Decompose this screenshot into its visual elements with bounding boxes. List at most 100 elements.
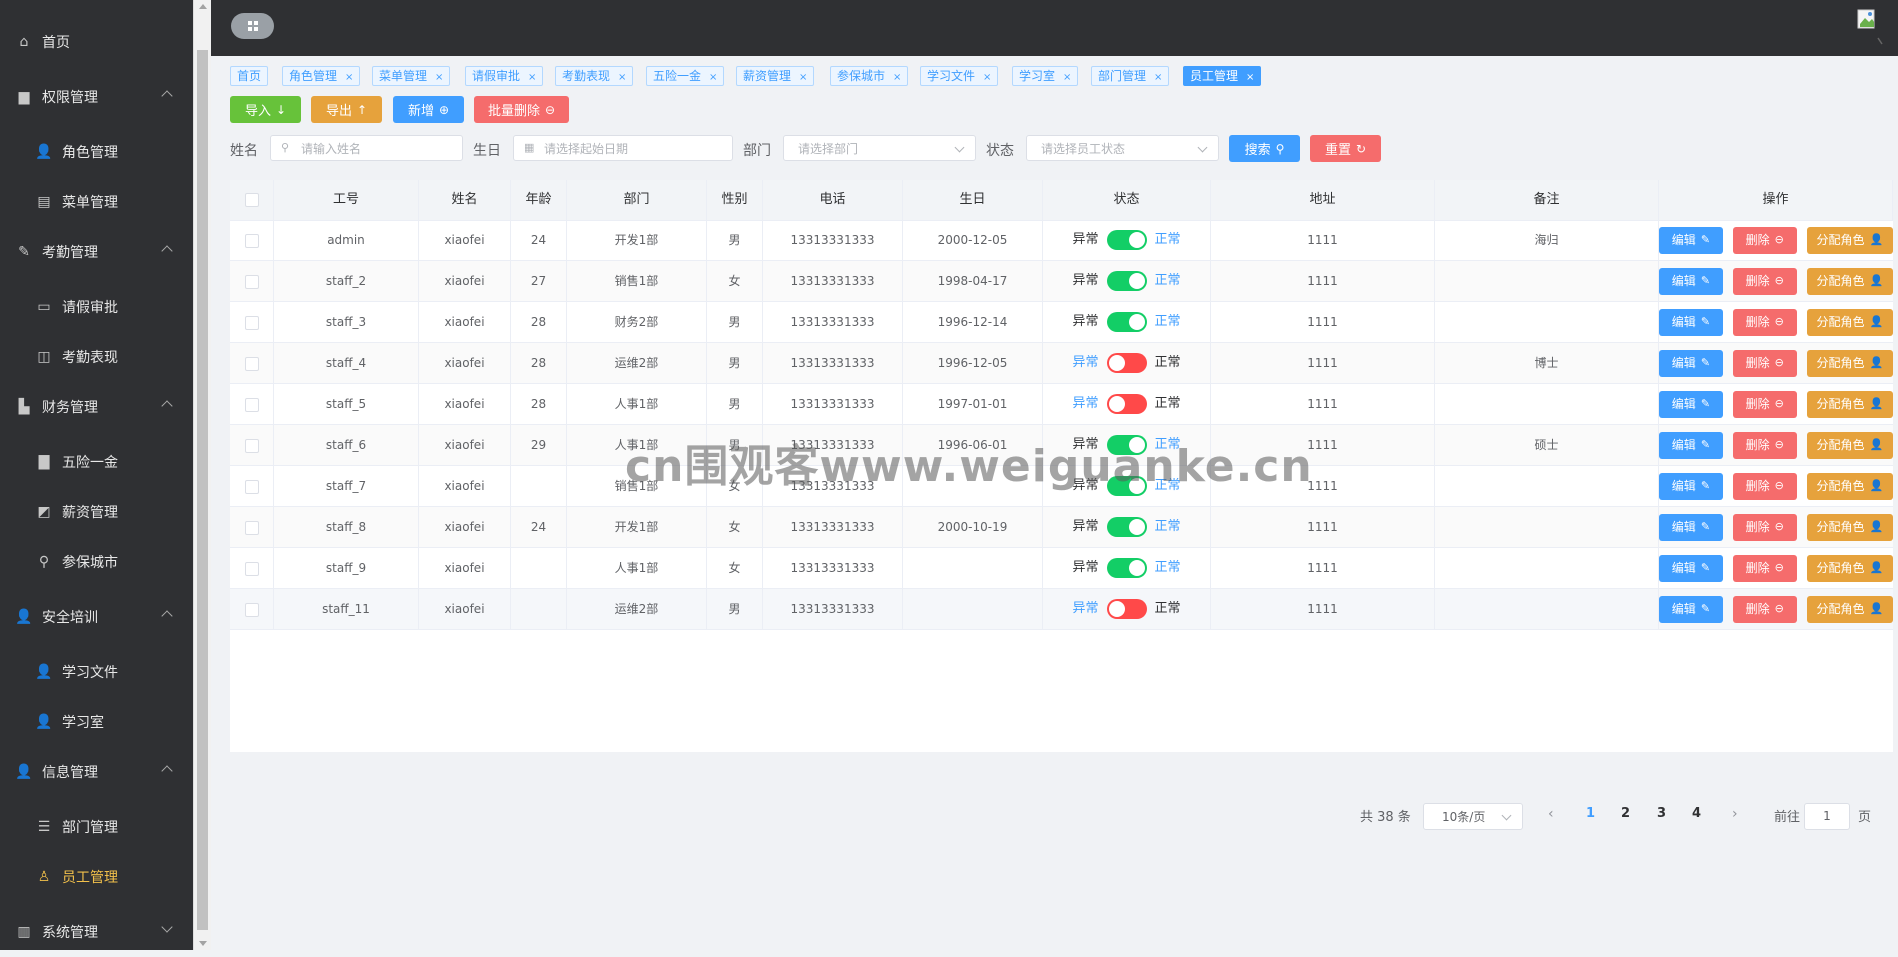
assign-role-button[interactable]: 分配角色 👤	[1806, 472, 1893, 500]
row-checkbox[interactable]	[244, 397, 259, 412]
row-checkbox[interactable]	[244, 274, 259, 289]
edit-button[interactable]: 编辑 ✎	[1659, 513, 1723, 541]
close-icon[interactable]: ×	[983, 72, 991, 83]
sidebar-item-0[interactable]: ⌂ 首页	[0, 17, 193, 67]
status-toggle[interactable]	[1106, 394, 1147, 414]
tab-3[interactable]: 请假审批 ×	[465, 66, 544, 86]
status-toggle[interactable]	[1106, 558, 1147, 578]
select-all-checkbox[interactable]	[244, 192, 259, 207]
close-icon[interactable]: ×	[893, 72, 901, 83]
edit-button[interactable]: 编辑 ✎	[1659, 595, 1723, 623]
next-page-icon[interactable]: ›	[1732, 806, 1738, 822]
tab-2[interactable]: 菜单管理 ×	[372, 66, 451, 86]
sidebar-item-15[interactable]: ☰ 部门管理	[0, 802, 193, 852]
page-4-button[interactable]: 4	[1692, 806, 1701, 821]
page-1-button[interactable]: 1	[1586, 806, 1595, 821]
assign-role-button[interactable]: 分配角色 👤	[1806, 390, 1893, 418]
edit-button[interactable]: 编辑 ✎	[1659, 226, 1723, 254]
edit-button[interactable]: 编辑 ✎	[1659, 472, 1723, 500]
sidebar-item-2[interactable]: 👤 角色管理	[0, 127, 193, 177]
add-button[interactable]: 新增 ⊕	[393, 96, 464, 123]
birthday-date-picker[interactable]: ▦ 请选择起始日期	[513, 135, 733, 161]
delete-button[interactable]: 删除 ⊖	[1732, 267, 1797, 295]
delete-button[interactable]: 删除 ⊖	[1732, 349, 1797, 377]
sidebar-item-6[interactable]: ◫ 考勤表现	[0, 332, 193, 382]
edit-button[interactable]: 编辑 ✎	[1659, 431, 1723, 459]
tab-0[interactable]: 首页	[230, 66, 269, 86]
close-icon[interactable]: ×	[1246, 72, 1254, 83]
assign-role-button[interactable]: 分配角色 👤	[1806, 513, 1893, 541]
row-checkbox[interactable]	[244, 356, 259, 371]
sidebar-item-13[interactable]: 👤 学习室	[0, 697, 193, 747]
scroll-up-arrow-icon[interactable]	[199, 4, 207, 9]
close-icon[interactable]: ×	[618, 72, 626, 83]
sidebar-item-4[interactable]: ✎ 考勤管理	[0, 227, 193, 277]
sidebar-item-8[interactable]: ▇ 五险一金	[0, 437, 193, 487]
row-checkbox[interactable]	[244, 561, 259, 576]
close-icon[interactable]: ×	[799, 72, 807, 83]
edit-button[interactable]: 编辑 ✎	[1659, 554, 1723, 582]
collapse-sidebar-button[interactable]	[231, 13, 274, 39]
sidebar-item-5[interactable]: ▭ 请假审批	[0, 282, 193, 332]
delete-button[interactable]: 删除 ⊖	[1732, 595, 1797, 623]
delete-button[interactable]: 删除 ⊖	[1732, 226, 1797, 254]
prev-page-icon[interactable]: ‹	[1548, 806, 1554, 822]
status-toggle[interactable]	[1106, 312, 1147, 332]
tab-10[interactable]: 部门管理 ×	[1091, 66, 1170, 86]
status-toggle[interactable]	[1106, 599, 1147, 619]
close-icon[interactable]: ×	[1154, 72, 1162, 83]
sidebar-item-7[interactable]: ▙ 财务管理	[0, 382, 193, 432]
assign-role-button[interactable]: 分配角色 👤	[1806, 267, 1893, 295]
edit-button[interactable]: 编辑 ✎	[1659, 349, 1723, 377]
tab-8[interactable]: 学习文件 ×	[920, 66, 999, 86]
export-button[interactable]: 导出 ↑	[311, 96, 382, 123]
assign-role-button[interactable]: 分配角色 👤	[1806, 308, 1893, 336]
tab-11[interactable]: 员工管理 ×	[1183, 66, 1262, 86]
tab-4[interactable]: 考勤表现 ×	[555, 66, 634, 86]
tab-9[interactable]: 学习室 ×	[1012, 66, 1079, 86]
delete-button[interactable]: 删除 ⊖	[1732, 308, 1797, 336]
name-search-input[interactable]: ⚲ 请输入姓名	[270, 135, 463, 161]
close-icon[interactable]: ×	[528, 72, 536, 83]
edit-button[interactable]: 编辑 ✎	[1659, 308, 1723, 336]
sidebar-item-12[interactable]: 👤 学习文件	[0, 647, 193, 697]
delete-button[interactable]: 删除 ⊖	[1732, 472, 1797, 500]
close-icon[interactable]: ×	[709, 72, 717, 83]
edit-button[interactable]: 编辑 ✎	[1659, 390, 1723, 418]
sidebar-item-11[interactable]: 👤 安全培训	[0, 592, 193, 642]
page-2-button[interactable]: 2	[1621, 806, 1630, 821]
assign-role-button[interactable]: 分配角色 👤	[1806, 554, 1893, 582]
search-button[interactable]: 搜索 ⚲	[1229, 135, 1300, 162]
row-checkbox[interactable]	[244, 233, 259, 248]
row-checkbox[interactable]	[244, 479, 259, 494]
status-toggle[interactable]	[1106, 230, 1147, 250]
sidebar-item-9[interactable]: ◩ 薪资管理	[0, 487, 193, 537]
close-icon[interactable]: ×	[1063, 72, 1071, 83]
reset-button[interactable]: 重置 ↻	[1310, 135, 1381, 162]
tab-5[interactable]: 五险一金 ×	[646, 66, 725, 86]
page-3-button[interactable]: 3	[1657, 806, 1666, 821]
row-checkbox[interactable]	[244, 520, 259, 535]
batch-delete-button[interactable]: 批量删除 ⊖	[474, 96, 569, 123]
sidebar-item-14[interactable]: 👤 信息管理	[0, 747, 193, 797]
status-toggle[interactable]	[1106, 271, 1147, 291]
sidebar-item-16[interactable]: ♙ 员工管理	[0, 852, 193, 902]
row-checkbox[interactable]	[244, 315, 259, 330]
sidebar-item-3[interactable]: ▤ 菜单管理	[0, 177, 193, 227]
close-icon[interactable]: ×	[345, 72, 353, 83]
scroll-down-arrow-icon[interactable]	[199, 941, 207, 946]
delete-button[interactable]: 删除 ⊖	[1732, 431, 1797, 459]
assign-role-button[interactable]: 分配角色 👤	[1806, 595, 1893, 623]
delete-button[interactable]: 删除 ⊖	[1732, 554, 1797, 582]
assign-role-button[interactable]: 分配角色 👤	[1806, 431, 1893, 459]
delete-button[interactable]: 删除 ⊖	[1732, 390, 1797, 418]
tab-1[interactable]: 角色管理 ×	[282, 66, 361, 86]
edit-button[interactable]: 编辑 ✎	[1659, 267, 1723, 295]
sidebar-item-1[interactable]: ▆ 权限管理	[0, 72, 193, 122]
assign-role-button[interactable]: 分配角色 👤	[1806, 226, 1893, 254]
page-size-select[interactable]: 10条/页	[1423, 803, 1523, 830]
import-button[interactable]: 导入 ↓	[230, 96, 301, 123]
avatar[interactable]	[1856, 6, 1886, 46]
assign-role-button[interactable]: 分配角色 👤	[1806, 349, 1893, 377]
sidebar-item-10[interactable]: ⚲ 参保城市	[0, 537, 193, 587]
